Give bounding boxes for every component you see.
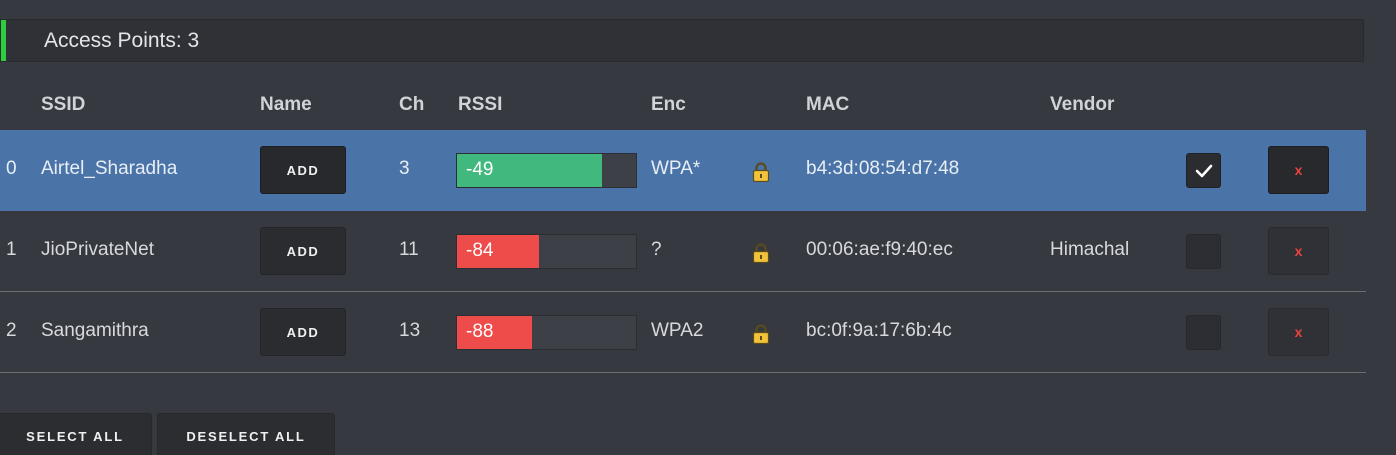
rssi-value: -84: [466, 240, 494, 261]
table-row[interactable]: 0 Airtel_Sharadha ADD 3 -49 WPA* b4:3d:0…: [0, 130, 1366, 211]
mac-cell: 00:06:ae:f9:40:ec: [806, 239, 953, 260]
encryption-cell: WPA*: [651, 158, 701, 179]
row-divider: [0, 372, 1366, 373]
mac-cell: b4:3d:08:54:d7:48: [806, 158, 960, 179]
vendor-cell: Himachal: [1050, 239, 1130, 260]
rssi-meter: -84: [456, 234, 637, 269]
lock-icon: [752, 243, 770, 263]
lock-icon: [752, 162, 770, 182]
column-header-ssid[interactable]: SSID: [41, 94, 85, 116]
row-index: 1: [6, 239, 17, 260]
add-name-button[interactable]: ADD: [260, 308, 346, 356]
rssi-meter: -49: [456, 153, 637, 188]
channel-cell: 3: [399, 158, 410, 179]
channel-cell: 11: [399, 239, 419, 260]
column-header-enc[interactable]: Enc: [651, 94, 686, 116]
add-name-button[interactable]: ADD: [260, 146, 346, 194]
rssi-meter: -88: [456, 315, 637, 350]
select-all-button[interactable]: SELECT ALL: [0, 413, 152, 455]
ssid-cell: JioPrivateNet: [41, 239, 154, 260]
column-header-mac[interactable]: MAC: [806, 94, 849, 116]
row-index: 0: [6, 158, 17, 179]
remove-button[interactable]: x: [1268, 146, 1329, 194]
select-checkbox[interactable]: [1186, 315, 1221, 350]
rssi-value: -88: [466, 321, 494, 342]
rssi-value: -49: [466, 159, 494, 180]
table-row[interactable]: 2 Sangamithra ADD 13 -88 WPA2 bc:0f:9a:1…: [0, 292, 1366, 373]
encryption-cell: WPA2: [651, 320, 704, 341]
header-title: Access Points: 3: [44, 29, 200, 52]
checkmark-icon: [1195, 164, 1212, 177]
add-name-button[interactable]: ADD: [260, 227, 346, 275]
remove-button[interactable]: x: [1268, 308, 1329, 356]
mac-cell: bc:0f:9a:17:6b:4c: [806, 320, 952, 341]
access-points-header: Access Points: 3: [0, 19, 1364, 62]
table-row[interactable]: 1 JioPrivateNet ADD 11 -84 ? 00:06:ae:f9…: [0, 211, 1366, 292]
select-checkbox[interactable]: [1186, 234, 1221, 269]
remove-button[interactable]: x: [1268, 227, 1329, 275]
lock-icon: [752, 324, 770, 344]
column-header-ch[interactable]: Ch: [399, 94, 424, 116]
ssid-cell: Sangamithra: [41, 320, 149, 341]
channel-cell: 13: [399, 320, 421, 341]
select-checkbox[interactable]: [1186, 153, 1221, 188]
encryption-cell: ?: [651, 239, 662, 260]
row-index: 2: [6, 320, 17, 341]
ssid-cell: Airtel_Sharadha: [41, 158, 178, 179]
deselect-all-button[interactable]: DESELECT ALL: [157, 413, 335, 455]
column-header-name[interactable]: Name: [260, 94, 312, 116]
column-header-rssi[interactable]: RSSI: [458, 94, 502, 116]
access-points-page: Access Points: 3 SSID Name Ch RSSI Enc M…: [0, 0, 1396, 455]
column-header-vendor[interactable]: Vendor: [1050, 94, 1114, 116]
header-accent-bar: [1, 20, 6, 61]
